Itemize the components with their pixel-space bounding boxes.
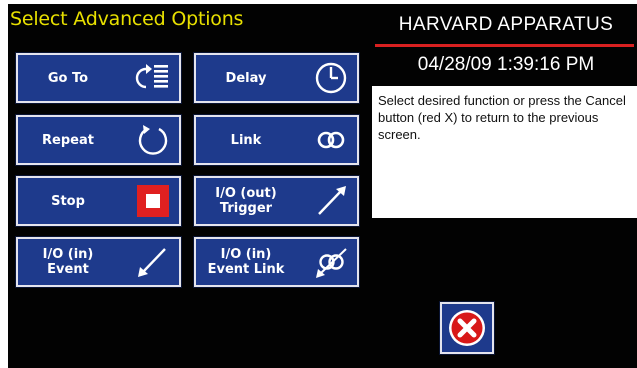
- io-in-event-button[interactable]: I/O (in) Event: [15, 236, 182, 288]
- repeat-label: Repeat: [42, 132, 94, 148]
- help-panel: Select desired function or press the Can…: [372, 86, 637, 218]
- date-time: 04/28/09 1:39:16 PM: [417, 54, 595, 75]
- delay-button[interactable]: Delay: [193, 52, 360, 104]
- event-link-icon: [313, 245, 349, 279]
- io-out-trigger-button[interactable]: I/O (out) Trigger: [193, 175, 360, 227]
- goto-list-icon: [135, 61, 171, 95]
- help-text: Select desired function or press the Can…: [378, 93, 626, 142]
- cancel-x-icon: [449, 310, 485, 346]
- link-label: Link: [230, 132, 262, 148]
- clock-icon: [313, 61, 349, 95]
- delay-label: Delay: [225, 70, 267, 86]
- repeat-icon: [135, 123, 171, 157]
- page-title: Select Advanced Options: [10, 8, 244, 30]
- io-in-event-label-line2: Event: [47, 262, 89, 277]
- stop-label: Stop: [51, 193, 85, 209]
- io-in-event-link-label-line2: Event Link: [207, 262, 285, 277]
- stop-icon: [135, 184, 171, 218]
- touch-screen: Select Advanced Options HARVARD APPARATU…: [8, 4, 637, 368]
- link-button[interactable]: Link: [193, 114, 360, 166]
- link-rings-icon: [313, 123, 349, 157]
- brand-name: HARVARD APPARATUS: [398, 14, 614, 35]
- arrow-down-left-icon: [135, 245, 171, 279]
- io-out-trigger-label-line1: I/O (out): [215, 186, 277, 201]
- goto-button[interactable]: Go To: [15, 52, 182, 104]
- goto-label: Go To: [47, 70, 89, 86]
- cancel-button[interactable]: [439, 301, 495, 355]
- brand-divider: [375, 44, 634, 47]
- stop-button[interactable]: Stop: [15, 175, 182, 227]
- arrow-up-right-icon: [313, 184, 349, 218]
- io-out-trigger-label-line2: Trigger: [219, 201, 273, 216]
- io-in-event-label-line1: I/O (in): [42, 247, 94, 262]
- repeat-button[interactable]: Repeat: [15, 114, 182, 166]
- io-in-event-link-label-line1: I/O (in): [220, 247, 272, 262]
- io-in-event-link-button[interactable]: I/O (in) Event Link: [193, 236, 360, 288]
